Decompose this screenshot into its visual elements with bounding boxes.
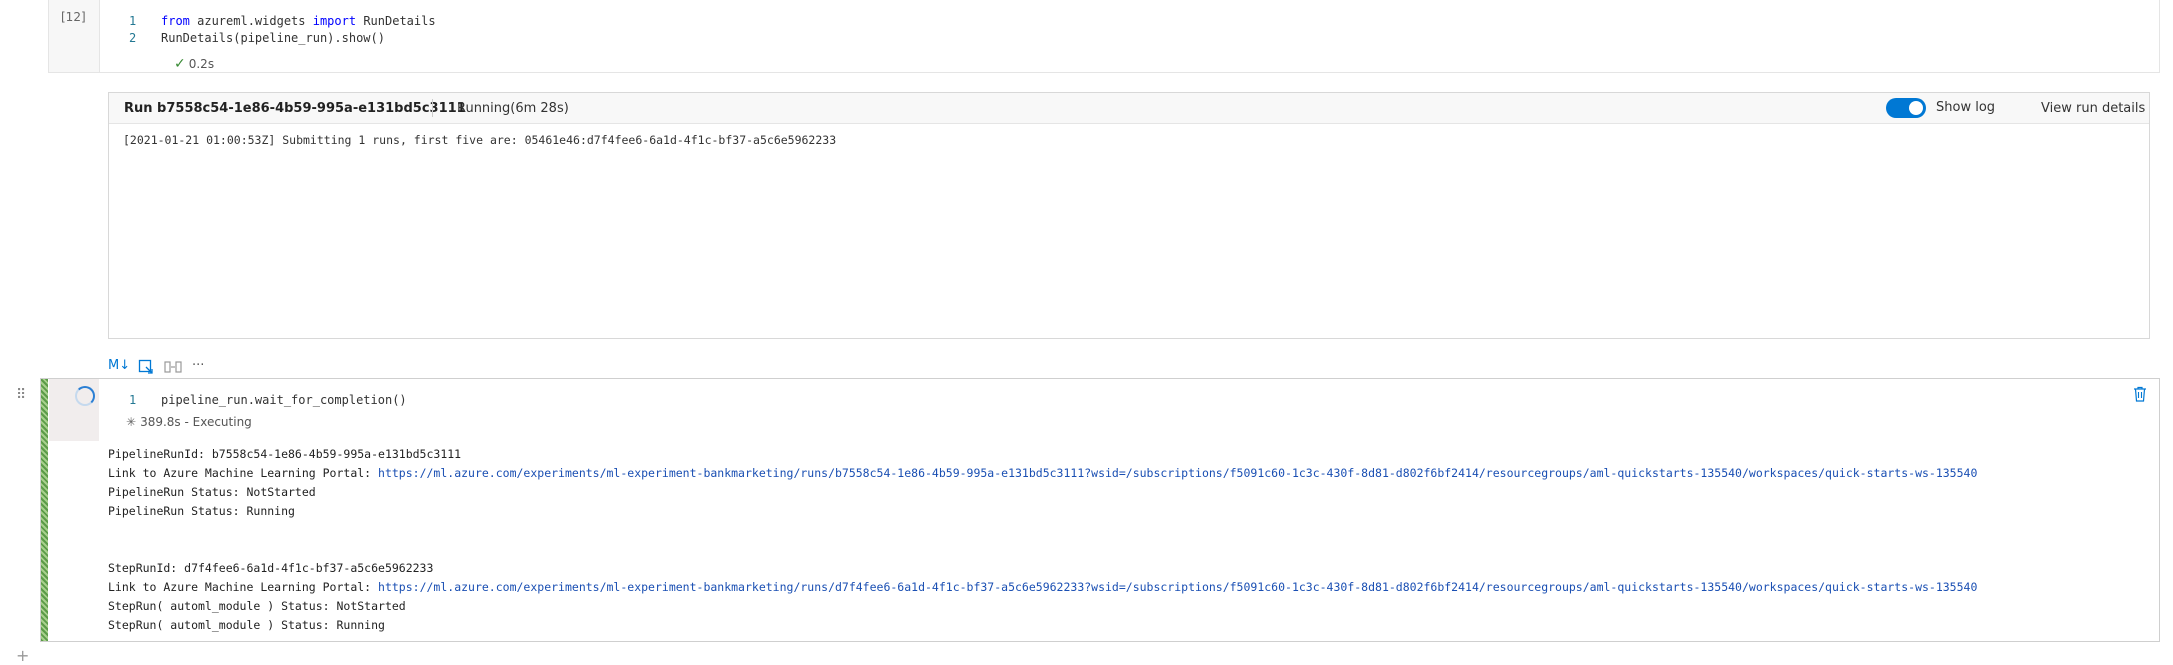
show-log-label[interactable]: Show log bbox=[1936, 100, 1995, 115]
output-line: PipelineRun Status: Running bbox=[108, 504, 295, 518]
executing-label: 389.8s - Executing bbox=[140, 415, 252, 429]
widget-header: Run b7558c54-1e86-4b59-995a-e131bd5c3111… bbox=[109, 93, 2149, 124]
cell-status: ✳ 389.8s - Executing bbox=[126, 415, 252, 429]
execution-count: [12] bbox=[61, 10, 86, 24]
keyword-import: import bbox=[312, 14, 357, 28]
portal-link[interactable]: https://ml.azure.com/experiments/ml-expe… bbox=[378, 580, 1977, 594]
cell-status: ✓ 0.2s bbox=[174, 56, 214, 72]
line-number: 1 bbox=[129, 14, 137, 28]
markdown-icon[interactable]: M↓ bbox=[108, 358, 130, 373]
code-cell-1[interactable]: [12] 1 from azureml.widgets import RunDe… bbox=[48, 0, 2160, 73]
output-line: StepRun( automl_module ) Status: Running bbox=[108, 618, 385, 632]
check-icon: ✓ bbox=[174, 56, 186, 72]
module-name: azureml.widgets bbox=[189, 14, 313, 28]
add-cell-icon[interactable]: + bbox=[16, 646, 29, 665]
toggle-knob bbox=[1909, 101, 1923, 115]
trash-icon[interactable] bbox=[2133, 386, 2147, 406]
spinner-icon[interactable] bbox=[75, 386, 95, 406]
select-cell-icon[interactable] bbox=[138, 359, 154, 379]
output-line: PipelineRun Status: NotStarted bbox=[108, 485, 316, 499]
import-name: RunDetails bbox=[356, 14, 436, 28]
portal-link[interactable]: https://ml.azure.com/experiments/ml-expe… bbox=[378, 466, 1977, 480]
view-run-details-link[interactable]: View run details bbox=[2041, 101, 2145, 116]
log-output: [2021-01-21 01:00:53Z] Submitting 1 runs… bbox=[123, 133, 837, 147]
run-status: Running(6m 28s) bbox=[457, 101, 569, 116]
output-line: StepRunId: d7f4fee6-6a1d-4f1c-bf37-a5c6e… bbox=[108, 561, 434, 575]
code-cell-2[interactable]: 1 pipeline_run.wait_for_completion() ✳ 38… bbox=[40, 378, 2160, 642]
line-number: 2 bbox=[129, 31, 137, 45]
show-log-toggle[interactable] bbox=[1886, 98, 1926, 118]
line-number: 1 bbox=[129, 393, 137, 407]
keyword-from: from bbox=[161, 14, 190, 28]
run-details-widget: Run b7558c54-1e86-4b59-995a-e131bd5c3111… bbox=[108, 92, 2150, 339]
output-line: PipelineRunId: b7558c54-1e86-4b59-995a-e… bbox=[108, 447, 462, 461]
output-prefix: Link to Azure Machine Learning Portal: bbox=[108, 580, 379, 594]
output-line: Link to Azure Machine Learning Portal: h… bbox=[108, 466, 1977, 480]
code-line-1[interactable]: pipeline_run.wait_for_completion() bbox=[161, 393, 407, 407]
code-line-1[interactable]: from azureml.widgets import RunDetails bbox=[161, 14, 436, 28]
output-line: Link to Azure Machine Learning Portal: h… bbox=[108, 580, 1977, 594]
output-line: StepRun( automl_module ) Status: NotStar… bbox=[108, 599, 406, 613]
more-icon[interactable]: ··· bbox=[192, 358, 204, 373]
split-cell-icon[interactable] bbox=[164, 360, 182, 378]
cell-gutter bbox=[49, 379, 99, 441]
running-indicator bbox=[41, 379, 48, 641]
divider bbox=[432, 99, 433, 117]
executing-icon: ✳ bbox=[126, 415, 137, 429]
code-line-2[interactable]: RunDetails(pipeline_run).show() bbox=[161, 31, 385, 45]
output-prefix: Link to Azure Machine Learning Portal: bbox=[108, 466, 379, 480]
duration-label: 0.2s bbox=[188, 57, 215, 71]
run-title: Run b7558c54-1e86-4b59-995a-e131bd5c3111 bbox=[124, 101, 466, 116]
cell-gutter: [12] bbox=[49, 0, 100, 72]
drag-handle-icon[interactable]: ⠿ bbox=[16, 387, 26, 403]
